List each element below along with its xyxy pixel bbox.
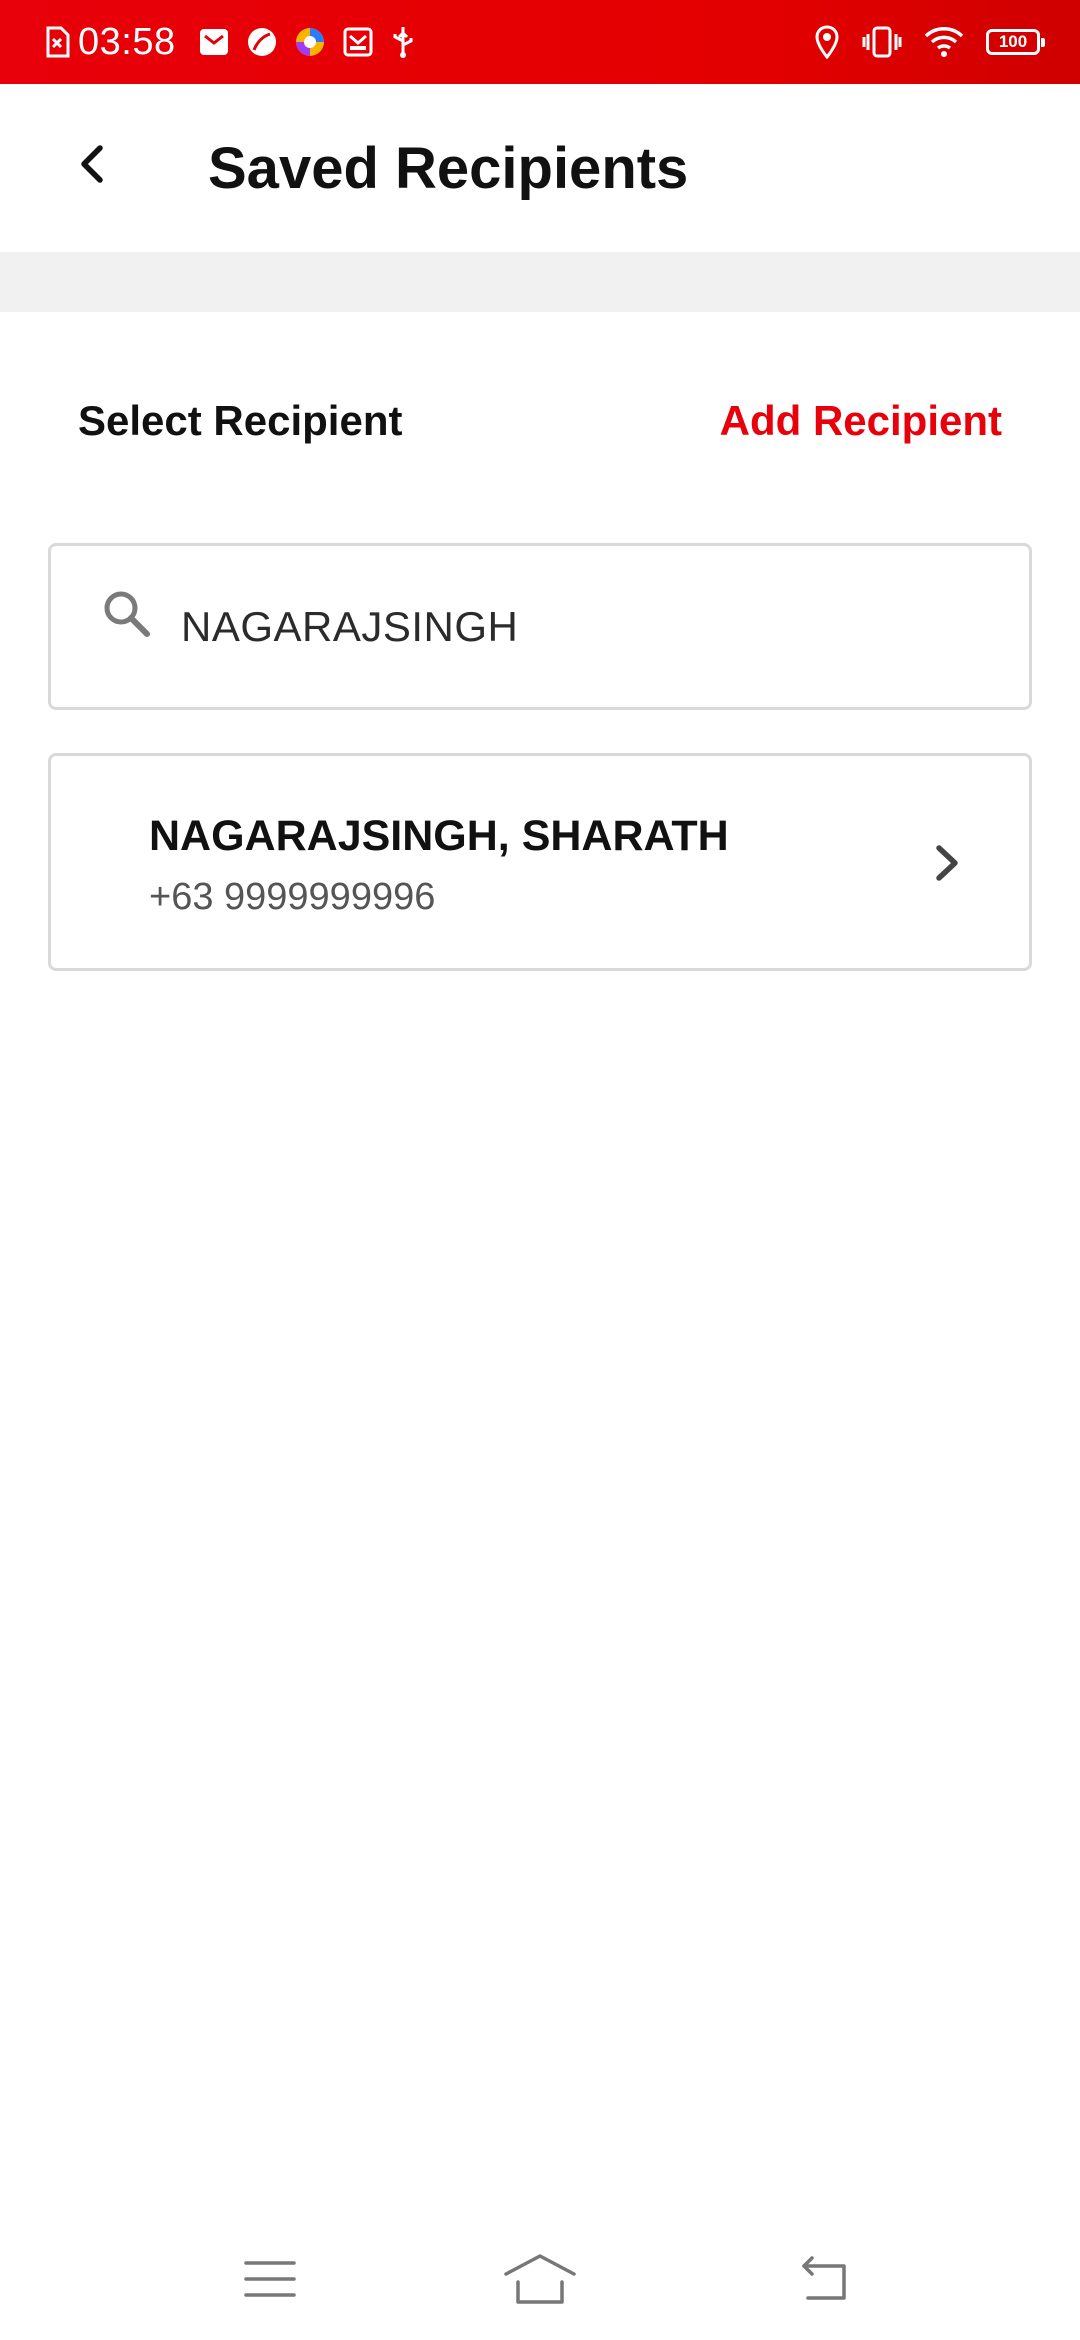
menu-icon — [242, 2257, 298, 2306]
status-bar: 03:58 100 — [0, 0, 1080, 84]
select-recipient-label: Select Recipient — [78, 397, 403, 444]
battery-level: 100 — [998, 32, 1028, 51]
menu-button[interactable] — [230, 2246, 310, 2316]
header-divider — [0, 252, 1080, 312]
status-left: 03:58 — [44, 0, 416, 84]
browser-icon — [294, 26, 326, 58]
sim-error-icon — [44, 26, 70, 58]
notification-icons — [198, 25, 416, 59]
search-value[interactable]: NAGARAJSINGH — [181, 602, 518, 652]
home-button[interactable] — [500, 2246, 580, 2316]
recipient-card[interactable]: NAGARAJSINGH, SHARATH +63 9999999996 — [48, 753, 1032, 971]
wifi-icon — [924, 26, 964, 58]
home-icon — [502, 2252, 578, 2311]
recipient-name: NAGARAJSINGH, SHARATH — [149, 812, 729, 860]
location-icon — [814, 25, 840, 59]
usb-icon — [390, 25, 416, 59]
back-button[interactable] — [60, 134, 124, 198]
chevron-right-icon — [927, 838, 967, 888]
add-recipient-button[interactable]: Add Recipient — [720, 396, 1002, 446]
search-input[interactable]: NAGARAJSINGH — [48, 543, 1032, 710]
app-bar: Saved Recipients — [0, 84, 1080, 252]
leaf-icon — [246, 26, 278, 58]
back-arrow-icon — [78, 142, 106, 191]
mail-icon — [198, 26, 230, 58]
search-icon — [99, 586, 155, 642]
vibrate-icon — [862, 25, 902, 59]
back-icon — [794, 2254, 854, 2309]
battery-icon: 100 — [986, 29, 1045, 55]
status-right: 100 — [814, 0, 1045, 84]
page-title: Saved Recipients — [208, 136, 689, 201]
inbox-icon — [342, 26, 374, 58]
recipient-phone: +63 9999999996 — [149, 876, 436, 918]
nav-back-button[interactable] — [784, 2246, 864, 2316]
system-nav-bar — [0, 2226, 1080, 2340]
status-time: 03:58 — [78, 20, 176, 63]
